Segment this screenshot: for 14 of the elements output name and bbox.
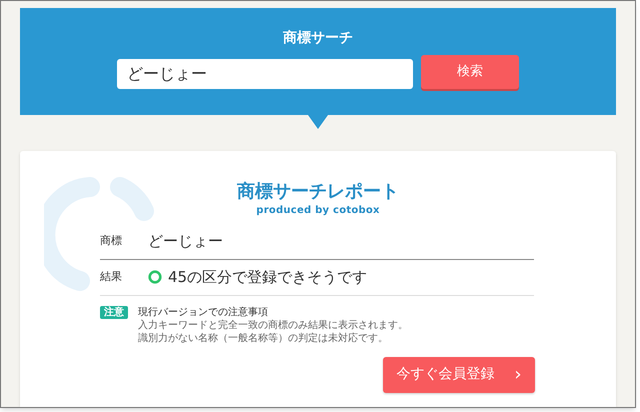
search-field[interactable]: どーじょー bbox=[117, 59, 413, 89]
report-subtitle: produced by cotobox bbox=[256, 204, 380, 218]
header-title: 商標サーチ bbox=[283, 28, 353, 48]
notice-badge: 注意 bbox=[100, 306, 128, 319]
register-button[interactable]: 今すぐ会員登録 › bbox=[383, 356, 535, 393]
result-text: 45の区分で登録できそうです bbox=[168, 266, 368, 288]
row-label: 商標 bbox=[100, 232, 123, 249]
trademark-value: どーじょー bbox=[148, 230, 223, 252]
row-label: 結果 bbox=[100, 268, 123, 285]
search-button[interactable]: 検索 bbox=[421, 55, 519, 89]
notice-text: 入力キーワードと完全一致の商標のみ結果に表示されます。 bbox=[138, 318, 408, 332]
notice-text: 識別力がない名称（一般名称等）の判定は未対応です。 bbox=[138, 332, 389, 345]
notice-heading: 現行バージョンでの注意事項 bbox=[138, 306, 269, 319]
report-title: 商標サーチレポート bbox=[237, 180, 399, 203]
